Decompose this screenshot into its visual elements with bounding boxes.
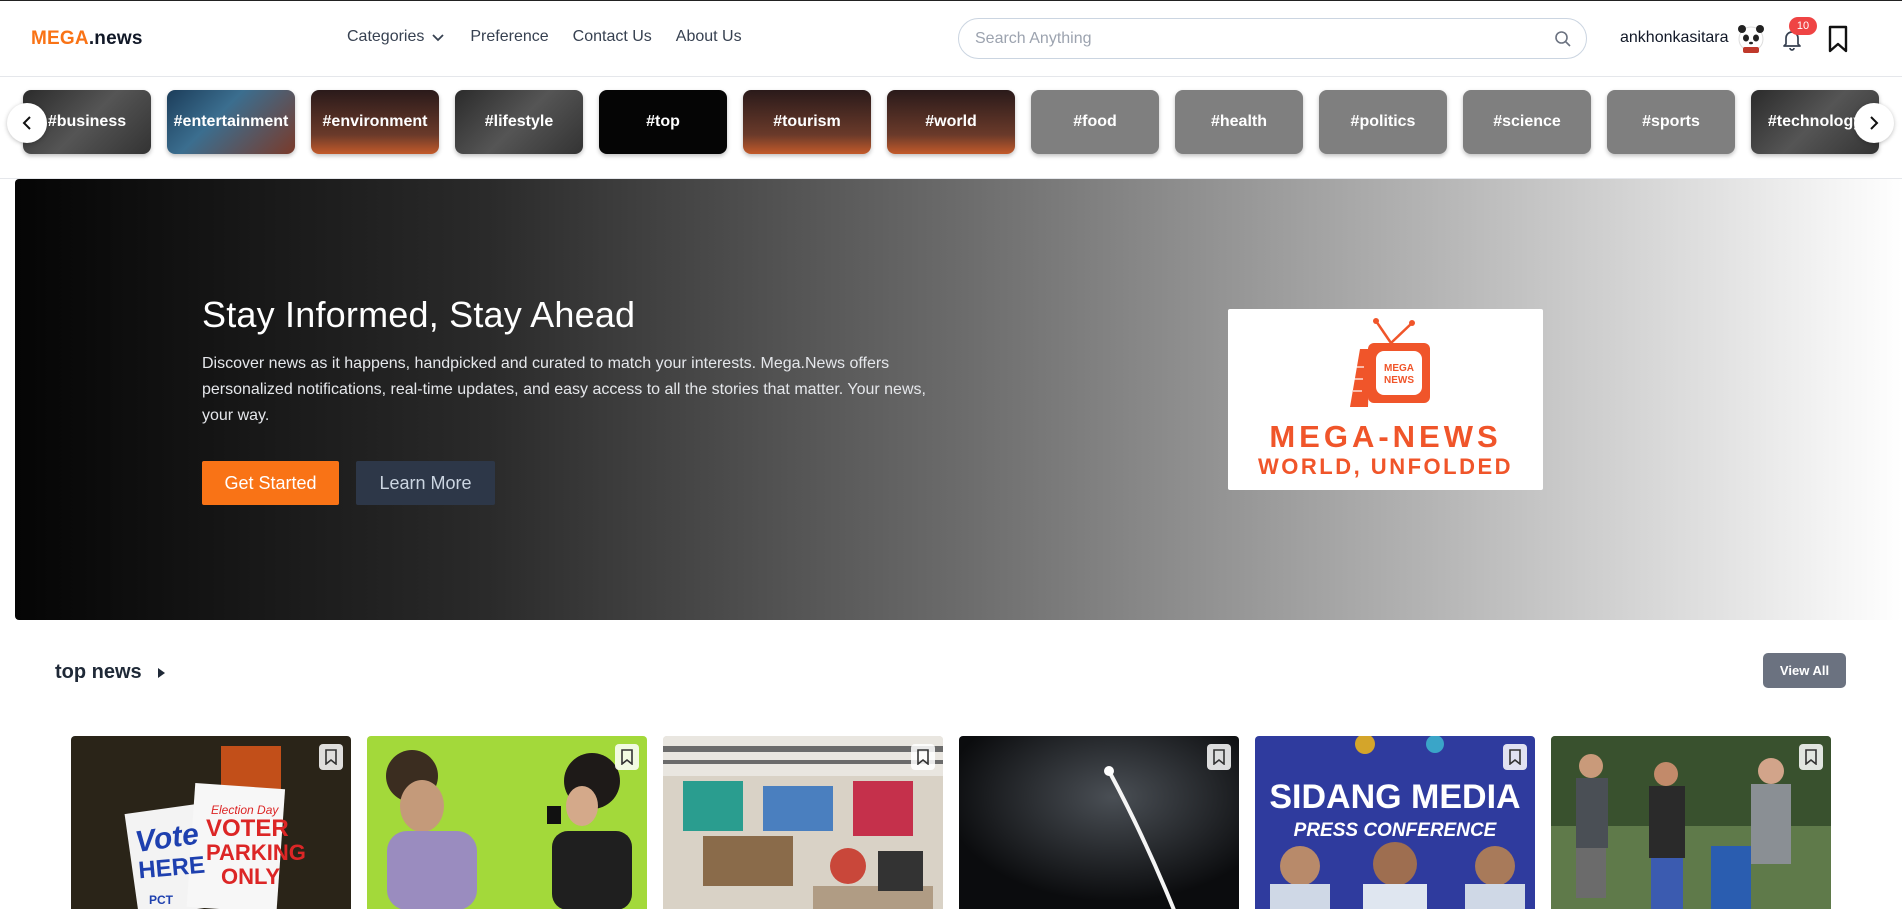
nav-categories-label: Categories	[347, 28, 425, 45]
card-bookmark-button[interactable]	[1207, 744, 1231, 770]
news-image-library	[663, 736, 943, 909]
avatar[interactable]	[1735, 22, 1767, 54]
logo-news: .news	[88, 28, 143, 49]
news-image-concert	[367, 736, 647, 909]
tag-lifestyle[interactable]: #lifestyle	[455, 90, 583, 154]
search-input[interactable]	[975, 19, 1535, 58]
tv-icon: MEGA NEWS	[1350, 318, 1430, 407]
tag-environment[interactable]: #environment	[311, 90, 439, 154]
tag-label: #health	[1210, 113, 1267, 130]
tag-science[interactable]: #science	[1463, 90, 1591, 154]
hero-title: Stay Informed, Stay Ahead	[202, 294, 636, 335]
logo-wordmark: MEGA-NEWS	[1269, 419, 1502, 454]
tag-label: #science	[1493, 113, 1561, 130]
caret-right-icon	[157, 667, 165, 678]
card-text-sidang-media: SIDANG MEDIA	[1269, 778, 1520, 816]
hero-description: Discover news as it happens, handpicked …	[202, 355, 926, 424]
card-text-parking: PARKING	[206, 840, 306, 865]
site-logo[interactable]: MEGA.news	[31, 28, 143, 50]
notification-badge: 10	[1789, 17, 1817, 35]
logo-badge-line2: NEWS	[1384, 375, 1414, 386]
tag-label: #lifestyle	[484, 113, 554, 130]
chevron-down-icon	[432, 34, 445, 42]
tag-health[interactable]: #health	[1175, 90, 1303, 154]
nav-contact-label: Contact Us	[572, 28, 652, 45]
search-icon[interactable]	[1554, 30, 1572, 48]
news-card-missile-launch[interactable]	[959, 736, 1239, 909]
tag-entertainment[interactable]: #entertainment	[167, 90, 295, 154]
top-news-cards: Vote HERE Election Day VOTER PARKING ONL…	[0, 736, 1902, 909]
card-bookmark-button[interactable]	[911, 744, 935, 770]
bookmark-icon	[917, 749, 929, 765]
bookmark-icon	[325, 749, 337, 765]
section-title-label: top news	[55, 661, 142, 683]
category-tags-strip: #business #entertainment #environment #life…	[0, 77, 1902, 179]
tag-label: #technology	[1767, 113, 1863, 130]
nav-about-label: About Us	[675, 28, 742, 45]
bookmark-icon	[1805, 749, 1817, 765]
news-card-vote-here[interactable]: Vote HERE Election Day VOTER PARKING ONL…	[71, 736, 351, 909]
bookmark-icon[interactable]	[1826, 25, 1850, 53]
bookmark-icon	[1213, 749, 1225, 765]
card-bookmark-button[interactable]	[615, 744, 639, 770]
nav-preference-label: Preference	[470, 28, 549, 45]
nav-preference[interactable]: Preference	[470, 28, 548, 46]
hero-banner: Stay Informed, Stay Ahead Discover news …	[15, 179, 1902, 620]
news-image-press-conference: SIDANG MEDIA PRESS CONFERENCE	[1255, 736, 1535, 909]
tag-label: #tourism	[773, 113, 841, 130]
news-card-golf[interactable]	[1551, 736, 1831, 909]
logo-badge-line1: MEGA	[1384, 363, 1414, 374]
bookmark-icon	[621, 749, 633, 765]
tag-label: #sports	[1642, 113, 1700, 130]
tag-world[interactable]: #world	[887, 90, 1015, 154]
tag-sports[interactable]: #sports	[1607, 90, 1735, 154]
username[interactable]: ankhonkasitara	[1620, 29, 1729, 47]
tag-food[interactable]: #food	[1031, 90, 1159, 154]
section-title-top-news[interactable]: top news	[55, 661, 168, 684]
search-bar	[958, 18, 1587, 59]
chevron-right-icon	[1870, 116, 1879, 130]
chevron-left-icon	[22, 116, 31, 130]
tag-label: #food	[1073, 113, 1117, 130]
tag-top[interactable]: #top	[599, 90, 727, 154]
news-image-missile-launch	[959, 736, 1239, 909]
top-navbar: MEGA.news Categories Preference Contact …	[0, 1, 1902, 77]
news-card-press-conference[interactable]: SIDANG MEDIA PRESS CONFERENCE	[1255, 736, 1535, 909]
tag-label: #entertainment	[173, 113, 289, 130]
scroll-right-button[interactable]	[1854, 103, 1894, 143]
nav-contact-us[interactable]: Contact Us	[573, 28, 652, 46]
card-text-only: ONLY	[221, 864, 280, 889]
tag-label: #business	[47, 113, 127, 130]
tag-politics[interactable]: #politics	[1319, 90, 1447, 154]
tag-label: #politics	[1350, 113, 1416, 130]
mega-news-logo: MEGA NEWS MEGA-NEWS WORLD, UNFOLDED	[1228, 309, 1543, 490]
card-bookmark-button[interactable]	[1799, 744, 1823, 770]
card-text-voter: VOTER	[206, 815, 289, 842]
news-image-vote-here: Vote HERE Election Day VOTER PARKING ONL…	[71, 736, 351, 909]
news-image-golf	[1551, 736, 1831, 909]
view-all-button[interactable]: View All	[1763, 653, 1846, 688]
tag-label: #environment	[322, 113, 428, 130]
nav-about-us[interactable]: About Us	[676, 28, 742, 46]
tag-tourism[interactable]: #tourism	[743, 90, 871, 154]
tag-label: #world	[925, 113, 977, 130]
get-started-button[interactable]: Get Started	[202, 461, 339, 505]
card-bookmark-button[interactable]	[1503, 744, 1527, 770]
logo-tagline: WORLD, UNFOLDED	[1257, 454, 1514, 479]
learn-more-button[interactable]: Learn More	[356, 461, 495, 505]
logo-mega: MEGA	[31, 28, 89, 49]
card-text-press-conference: PRESS CONFERENCE	[1294, 820, 1498, 841]
news-card-library[interactable]	[663, 736, 943, 909]
bookmark-icon	[1509, 749, 1521, 765]
nav-categories[interactable]: Categories	[347, 28, 446, 46]
card-bookmark-button[interactable]	[319, 744, 343, 770]
main-nav: Categories Preference Contact Us About U…	[347, 28, 766, 46]
scroll-left-button[interactable]	[7, 103, 47, 143]
news-card-concert[interactable]	[367, 736, 647, 909]
tag-label: #top	[646, 113, 680, 130]
card-text-pct: PCT	[149, 893, 174, 907]
